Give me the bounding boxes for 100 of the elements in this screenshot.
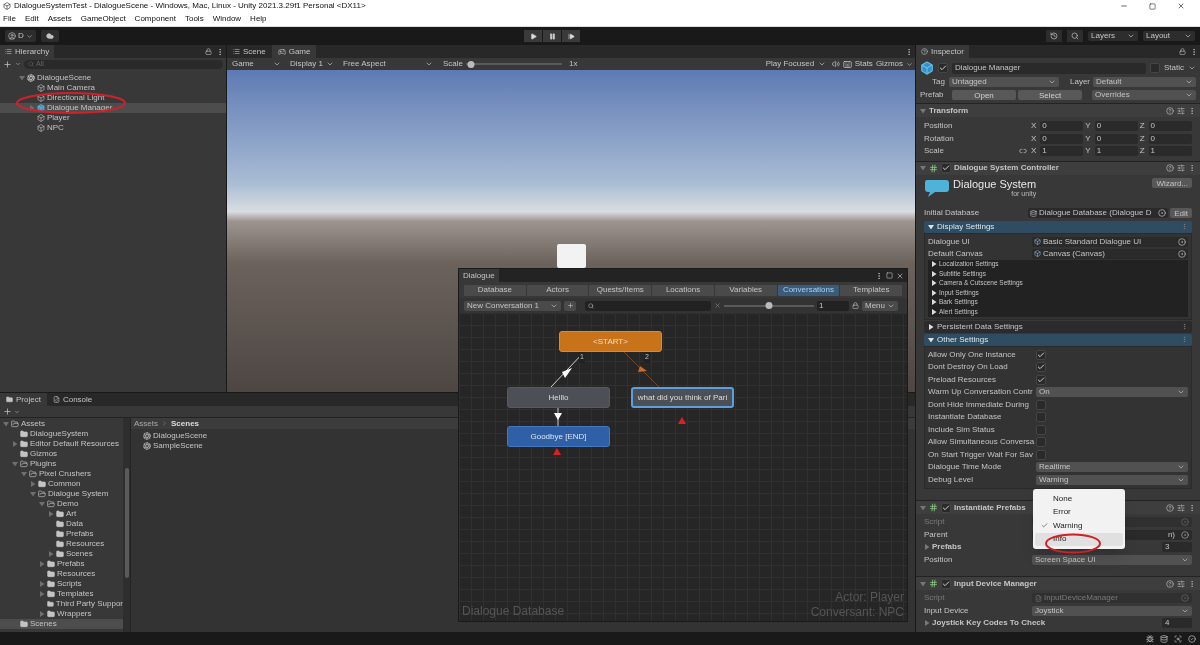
keyboard-icon[interactable]: [842, 59, 852, 69]
sliders-icon[interactable]: [1177, 503, 1185, 512]
menu-item[interactable]: Edit: [24, 13, 39, 25]
tree-item[interactable]: Third Party Suppor: [0, 599, 123, 609]
checkbox[interactable]: [1036, 399, 1046, 410]
tree-item[interactable]: NPC: [0, 123, 226, 133]
tab[interactable]: Game: [271, 45, 317, 58]
menu-option[interactable]: Info: [1035, 532, 1123, 546]
tree-item[interactable]: Common: [0, 479, 123, 489]
tab[interactable]: Locations: [652, 284, 714, 296]
tree-item[interactable]: Scenes: [0, 549, 123, 559]
menu-item[interactable]: GameObject: [80, 13, 126, 25]
number-field[interactable]: 0: [1040, 121, 1084, 132]
dropdown[interactable]: Joystick: [1032, 605, 1192, 616]
scene-file[interactable]: SampleScene: [143, 441, 203, 451]
gizmos-button[interactable]: Gizmos: [875, 58, 903, 70]
more-icon[interactable]: [905, 47, 913, 56]
sliders-icon[interactable]: [1177, 106, 1185, 115]
checkbox[interactable]: [1036, 412, 1046, 423]
sliders-icon[interactable]: [1177, 164, 1185, 172]
checkbox[interactable]: [941, 578, 951, 589]
tree-item[interactable]: Data: [0, 519, 123, 529]
dropdown[interactable]: Warning: [1036, 474, 1188, 485]
number-field[interactable]: 0: [1148, 133, 1192, 144]
help-icon[interactable]: [1166, 579, 1174, 588]
overrides-dropdown[interactable]: Overrides: [1092, 89, 1196, 100]
zoom-slider[interactable]: [724, 300, 814, 311]
checkbox[interactable]: [1150, 63, 1160, 73]
dropdown[interactable]: On: [1036, 387, 1188, 398]
checkbox[interactable]: [1036, 449, 1046, 460]
plus-icon[interactable]: [3, 407, 12, 416]
play-button[interactable]: [524, 30, 543, 42]
tree-item[interactable]: Gizmos: [0, 449, 123, 459]
stats-button[interactable]: Stats: [854, 58, 873, 70]
help-icon[interactable]: [1166, 164, 1174, 172]
prefab-button[interactable]: Open: [952, 89, 1016, 100]
database-icon[interactable]: [1160, 634, 1168, 643]
pause-button[interactable]: [543, 30, 562, 42]
tab[interactable]: Project: [0, 393, 47, 406]
checkbox[interactable]: [938, 63, 948, 73]
menu-item[interactable]: Window: [212, 13, 242, 25]
tree-item[interactable]: Dialogue System: [0, 489, 123, 499]
tree-item[interactable]: Scripts: [0, 579, 123, 589]
check-circle-icon[interactable]: [1188, 634, 1196, 643]
tree-item[interactable]: Assets: [0, 419, 123, 429]
help-icon[interactable]: [1166, 106, 1174, 115]
more-icon[interactable]: [1188, 164, 1196, 172]
tree-item[interactable]: Scenes: [0, 619, 123, 629]
tree-item[interactable]: Directional Light: [0, 93, 226, 103]
tab[interactable]: Quests/Items: [589, 284, 652, 296]
tab[interactable]: Inspector: [916, 45, 969, 58]
more-icon[interactable]: [875, 271, 883, 280]
tab[interactable]: Database: [464, 284, 526, 296]
tab[interactable]: Conversations: [777, 284, 840, 296]
more-icon[interactable]: [1188, 106, 1196, 115]
breadcrumb-link[interactable]: Scenes: [171, 417, 200, 430]
caret-icon[interactable]: [931, 261, 937, 268]
menu-item[interactable]: File: [3, 13, 16, 25]
caret-icon[interactable]: [928, 223, 934, 230]
cloud-button[interactable]: [40, 30, 59, 42]
minimize-icon[interactable]: [1120, 2, 1128, 10]
dialogue-node[interactable]: Goodbye [END]: [507, 426, 610, 447]
object-field[interactable]: Canvas (Canvas): [1032, 248, 1188, 259]
dialogue-node[interactable]: what did you think of Pari: [631, 387, 734, 408]
tab[interactable]: Hierarchy: [0, 45, 55, 58]
lock-icon[interactable]: [852, 302, 859, 309]
help-icon[interactable]: [1166, 503, 1174, 512]
count-field[interactable]: 3: [1162, 542, 1192, 553]
object-field[interactable]: Dialogue Database (Dialogue D: [1028, 208, 1169, 218]
number-field[interactable]: 0: [1148, 121, 1192, 132]
foldout-bar[interactable]: Other Settings: [924, 333, 1192, 346]
checkbox[interactable]: [941, 502, 951, 513]
tab[interactable]: Templates: [840, 284, 903, 296]
scale-slider[interactable]: [466, 59, 562, 69]
dropdown[interactable]: Screen Space UI: [1032, 554, 1192, 565]
scan-icon[interactable]: [1174, 634, 1182, 643]
bug-icon[interactable]: [1146, 634, 1154, 643]
tree-item[interactable]: Art: [0, 509, 123, 519]
tree-item[interactable]: Plugins: [0, 459, 123, 469]
tree-item[interactable]: Player: [0, 113, 226, 123]
breadcrumb-link[interactable]: Assets: [134, 417, 158, 430]
tree-item[interactable]: Pixel Crushers: [0, 469, 123, 479]
close-icon[interactable]: [896, 271, 904, 280]
caret-icon[interactable]: [931, 308, 937, 315]
history-button[interactable]: [1046, 30, 1062, 42]
caret-icon[interactable]: [928, 336, 934, 343]
name-field[interactable]: Dialogue Manager: [952, 62, 1146, 74]
plus-icon[interactable]: [3, 59, 12, 69]
clear-icon[interactable]: [714, 302, 721, 309]
number-field[interactable]: 1: [1094, 146, 1138, 157]
lock-icon[interactable]: [205, 48, 212, 55]
search-button[interactable]: [1067, 30, 1083, 42]
tab[interactable]: Actors: [526, 284, 589, 296]
prefab-button[interactable]: Select: [1018, 89, 1082, 100]
chevron-down-icon[interactable]: [14, 408, 20, 415]
more-icon[interactable]: [1190, 47, 1198, 56]
tree-item[interactable]: Prefabs: [0, 559, 123, 569]
dropdown[interactable]: Default: [1093, 76, 1196, 87]
menu-item[interactable]: Tools: [184, 13, 204, 25]
tree-item[interactable]: Demo: [0, 499, 123, 509]
